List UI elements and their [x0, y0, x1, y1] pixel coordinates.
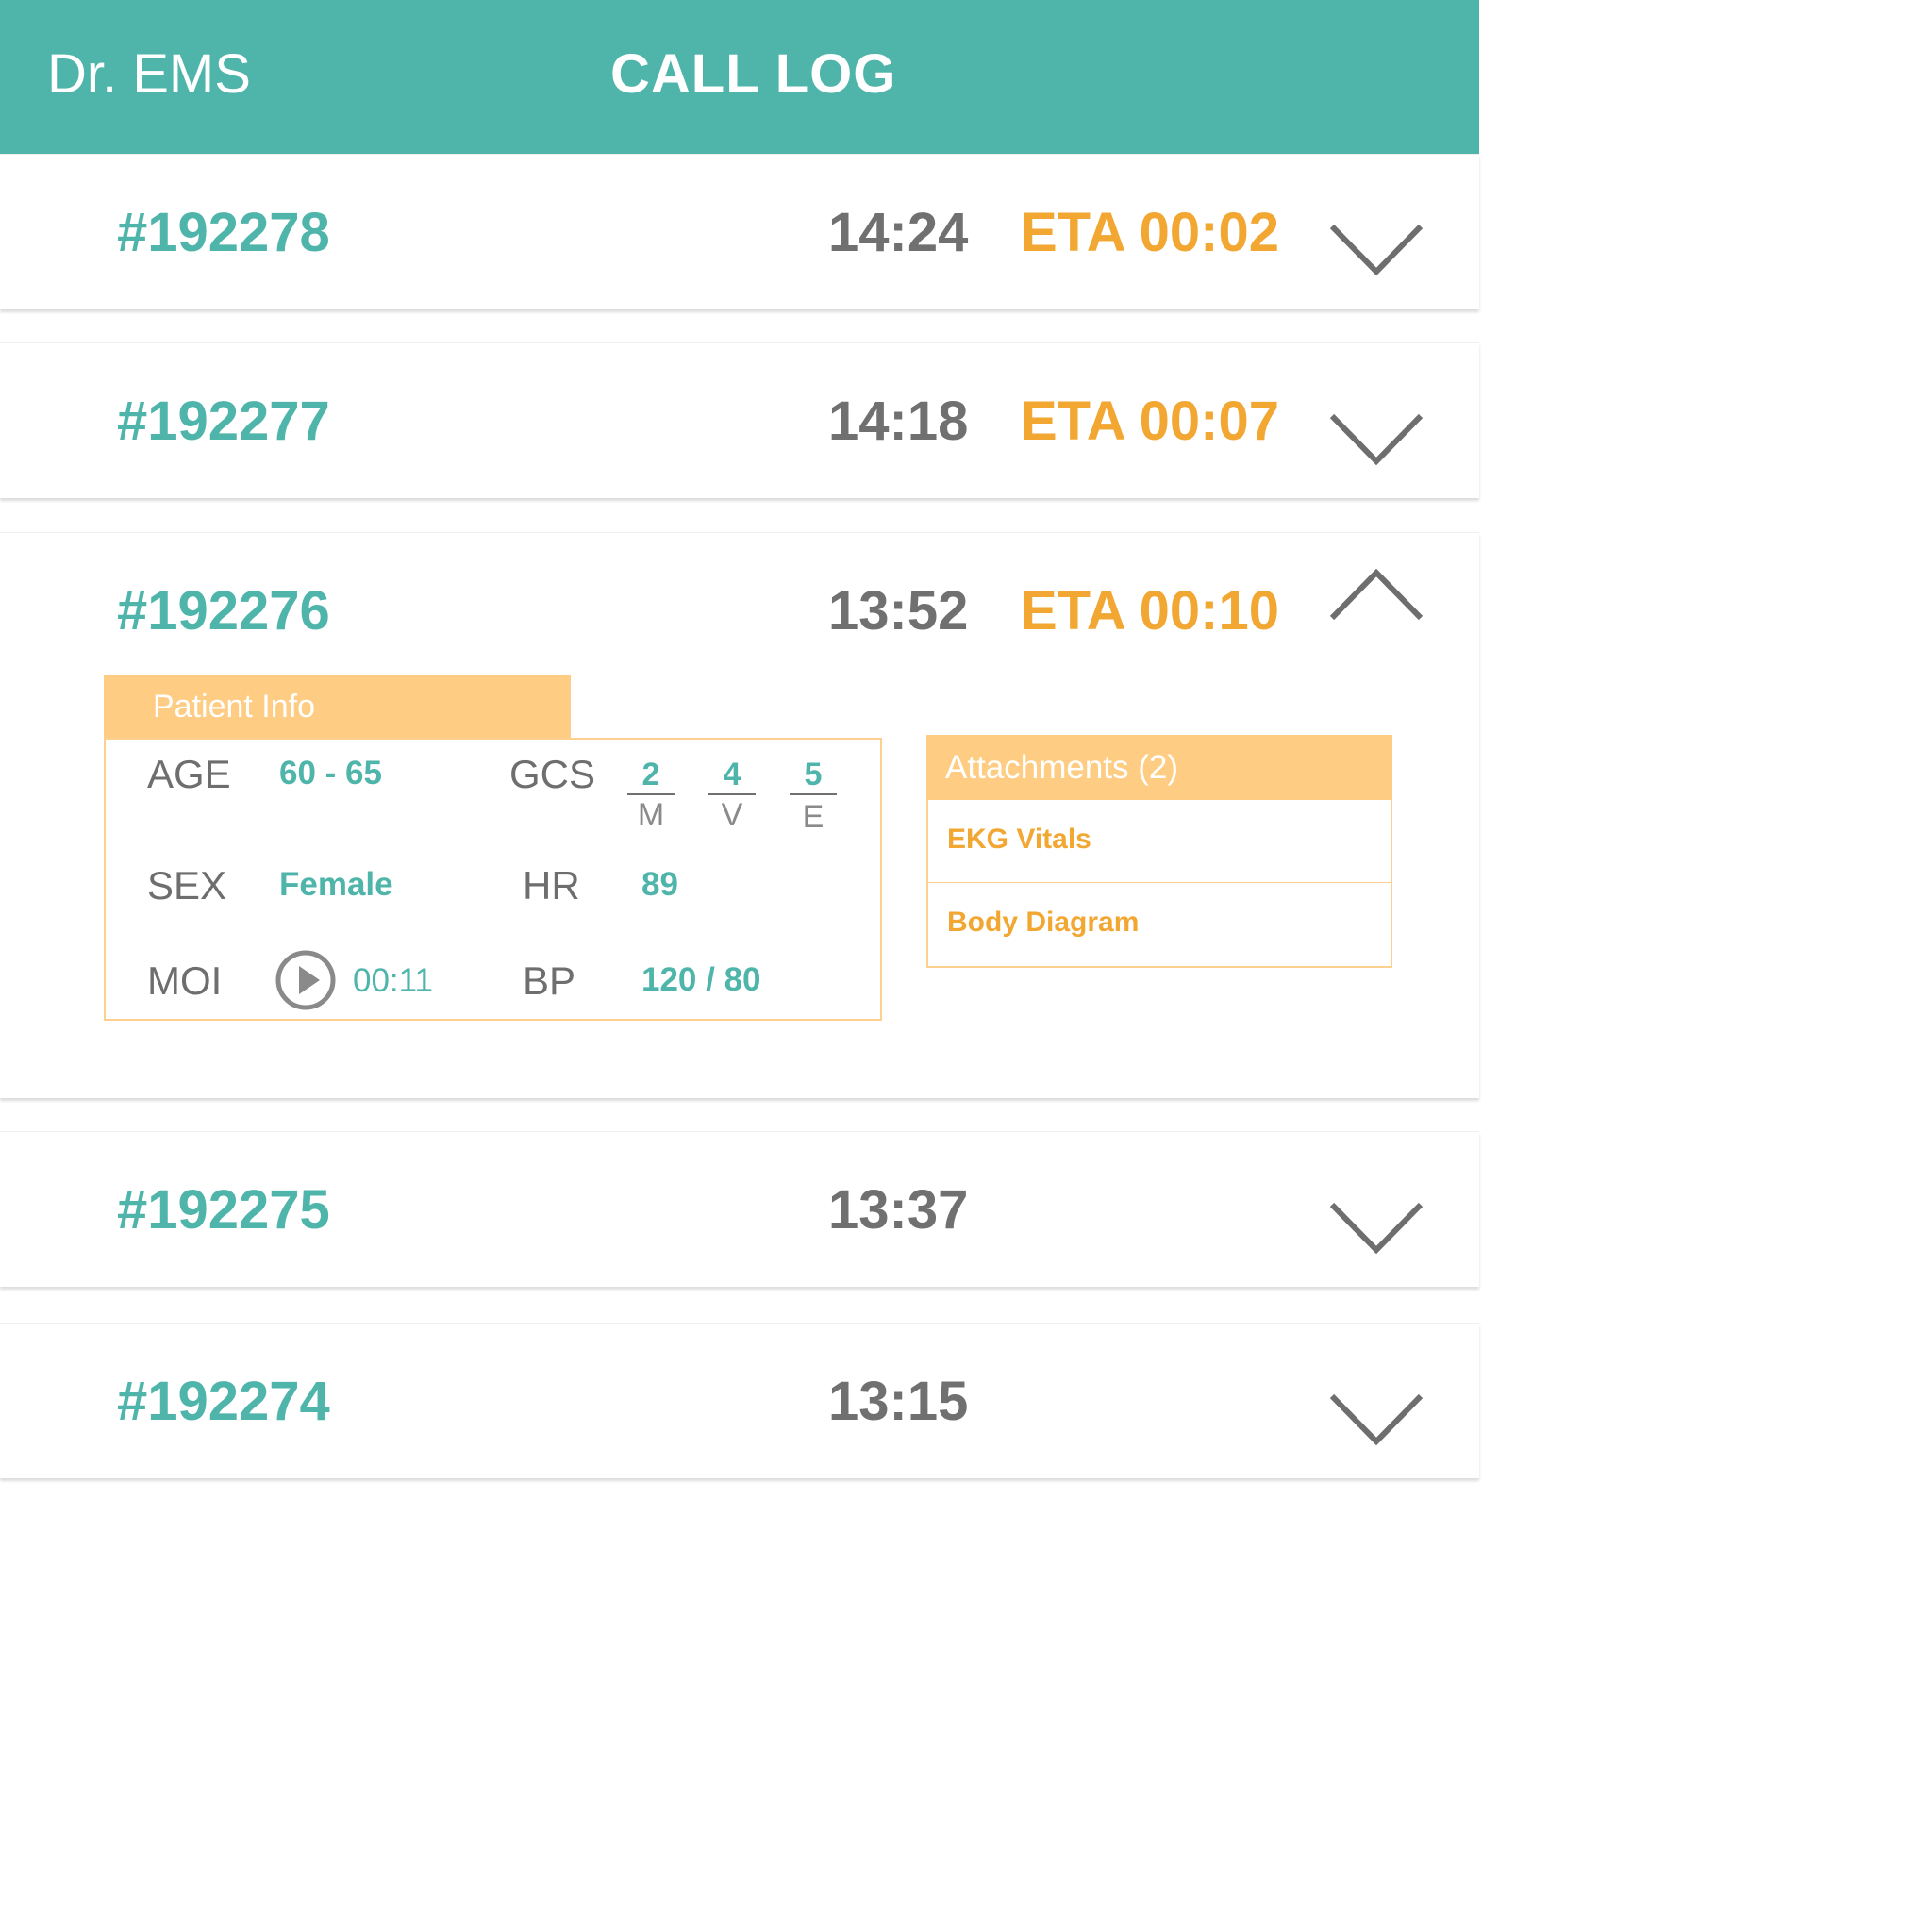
call-time: 14:18 — [828, 391, 969, 452]
sex-value: Female — [279, 866, 393, 903]
hr-label: HR — [523, 863, 580, 908]
call-id: #192277 — [117, 391, 330, 452]
chevron-down-icon[interactable] — [1328, 223, 1424, 277]
call-time: 14:24 — [828, 202, 969, 263]
call-time: 13:37 — [828, 1179, 969, 1241]
sex-label: SEX — [147, 863, 227, 908]
call-id: #192275 — [117, 1179, 330, 1241]
attachments-list: EKG Vitals Body Diagram — [926, 800, 1392, 968]
call-id: #192276 — [117, 580, 330, 641]
call-eta: ETA 00:10 — [1021, 580, 1279, 641]
moi-duration: 00:11 — [353, 962, 433, 999]
bp-label: BP — [523, 958, 576, 1003]
chevron-down-icon[interactable] — [1328, 1201, 1424, 1256]
chevron-up-icon[interactable] — [1328, 567, 1424, 622]
gcs-divider — [790, 793, 837, 795]
gcs-divider — [708, 793, 756, 795]
moi-label: MOI — [147, 958, 223, 1003]
gcs-verbal-label: V — [721, 797, 743, 833]
attachment-label: Body Diagram — [947, 907, 1140, 938]
call-time: 13:15 — [828, 1371, 969, 1432]
patient-info-tab: Patient Info — [104, 675, 571, 738]
patient-info-title: Patient Info — [153, 689, 316, 724]
attachment-ekg-vitals[interactable]: EKG Vitals — [928, 800, 1391, 883]
gcs-verbal-score: 4 — [723, 757, 741, 792]
chevron-down-icon[interactable] — [1328, 412, 1424, 467]
call-id: #192278 — [117, 202, 330, 263]
attachment-body-diagram[interactable]: Body Diagram — [928, 883, 1391, 966]
call-id: #192274 — [117, 1371, 330, 1432]
page-title: CALL LOG — [610, 43, 897, 105]
gcs-motor-label: M — [637, 797, 665, 833]
call-eta: ETA 00:02 — [1021, 202, 1279, 263]
age-label: AGE — [147, 752, 231, 796]
attachment-label: EKG Vitals — [947, 824, 1091, 855]
call-eta: ETA 00:07 — [1021, 391, 1279, 452]
call-card[interactable]: #192278 14:24 ETA 00:02 — [0, 154, 1479, 309]
call-time: 13:52 — [828, 580, 969, 641]
gcs-divider — [627, 793, 675, 795]
age-value: 60 - 65 — [279, 755, 382, 791]
attachments-title: Attachments (2) — [945, 749, 1179, 786]
bp-value: 120 / 80 — [641, 961, 761, 998]
chevron-down-icon[interactable] — [1328, 1392, 1424, 1447]
attachments-header: Attachments (2) — [926, 735, 1392, 800]
hr-value: 89 — [641, 866, 678, 903]
gcs-eye-score: 5 — [804, 757, 823, 792]
call-card[interactable]: #192277 14:18 ETA 00:07 — [0, 342, 1479, 498]
app-header: Dr. EMS CALL LOG — [0, 0, 1479, 154]
play-icon[interactable] — [275, 950, 336, 1010]
gcs-motor-score: 2 — [641, 757, 660, 792]
call-card[interactable]: #192274 13:15 — [0, 1323, 1479, 1478]
call-card[interactable]: #192275 13:37 — [0, 1131, 1479, 1287]
gcs-label: GCS — [509, 752, 596, 796]
app-title: Dr. EMS — [47, 43, 251, 105]
gcs-eye-label: E — [802, 799, 824, 835]
